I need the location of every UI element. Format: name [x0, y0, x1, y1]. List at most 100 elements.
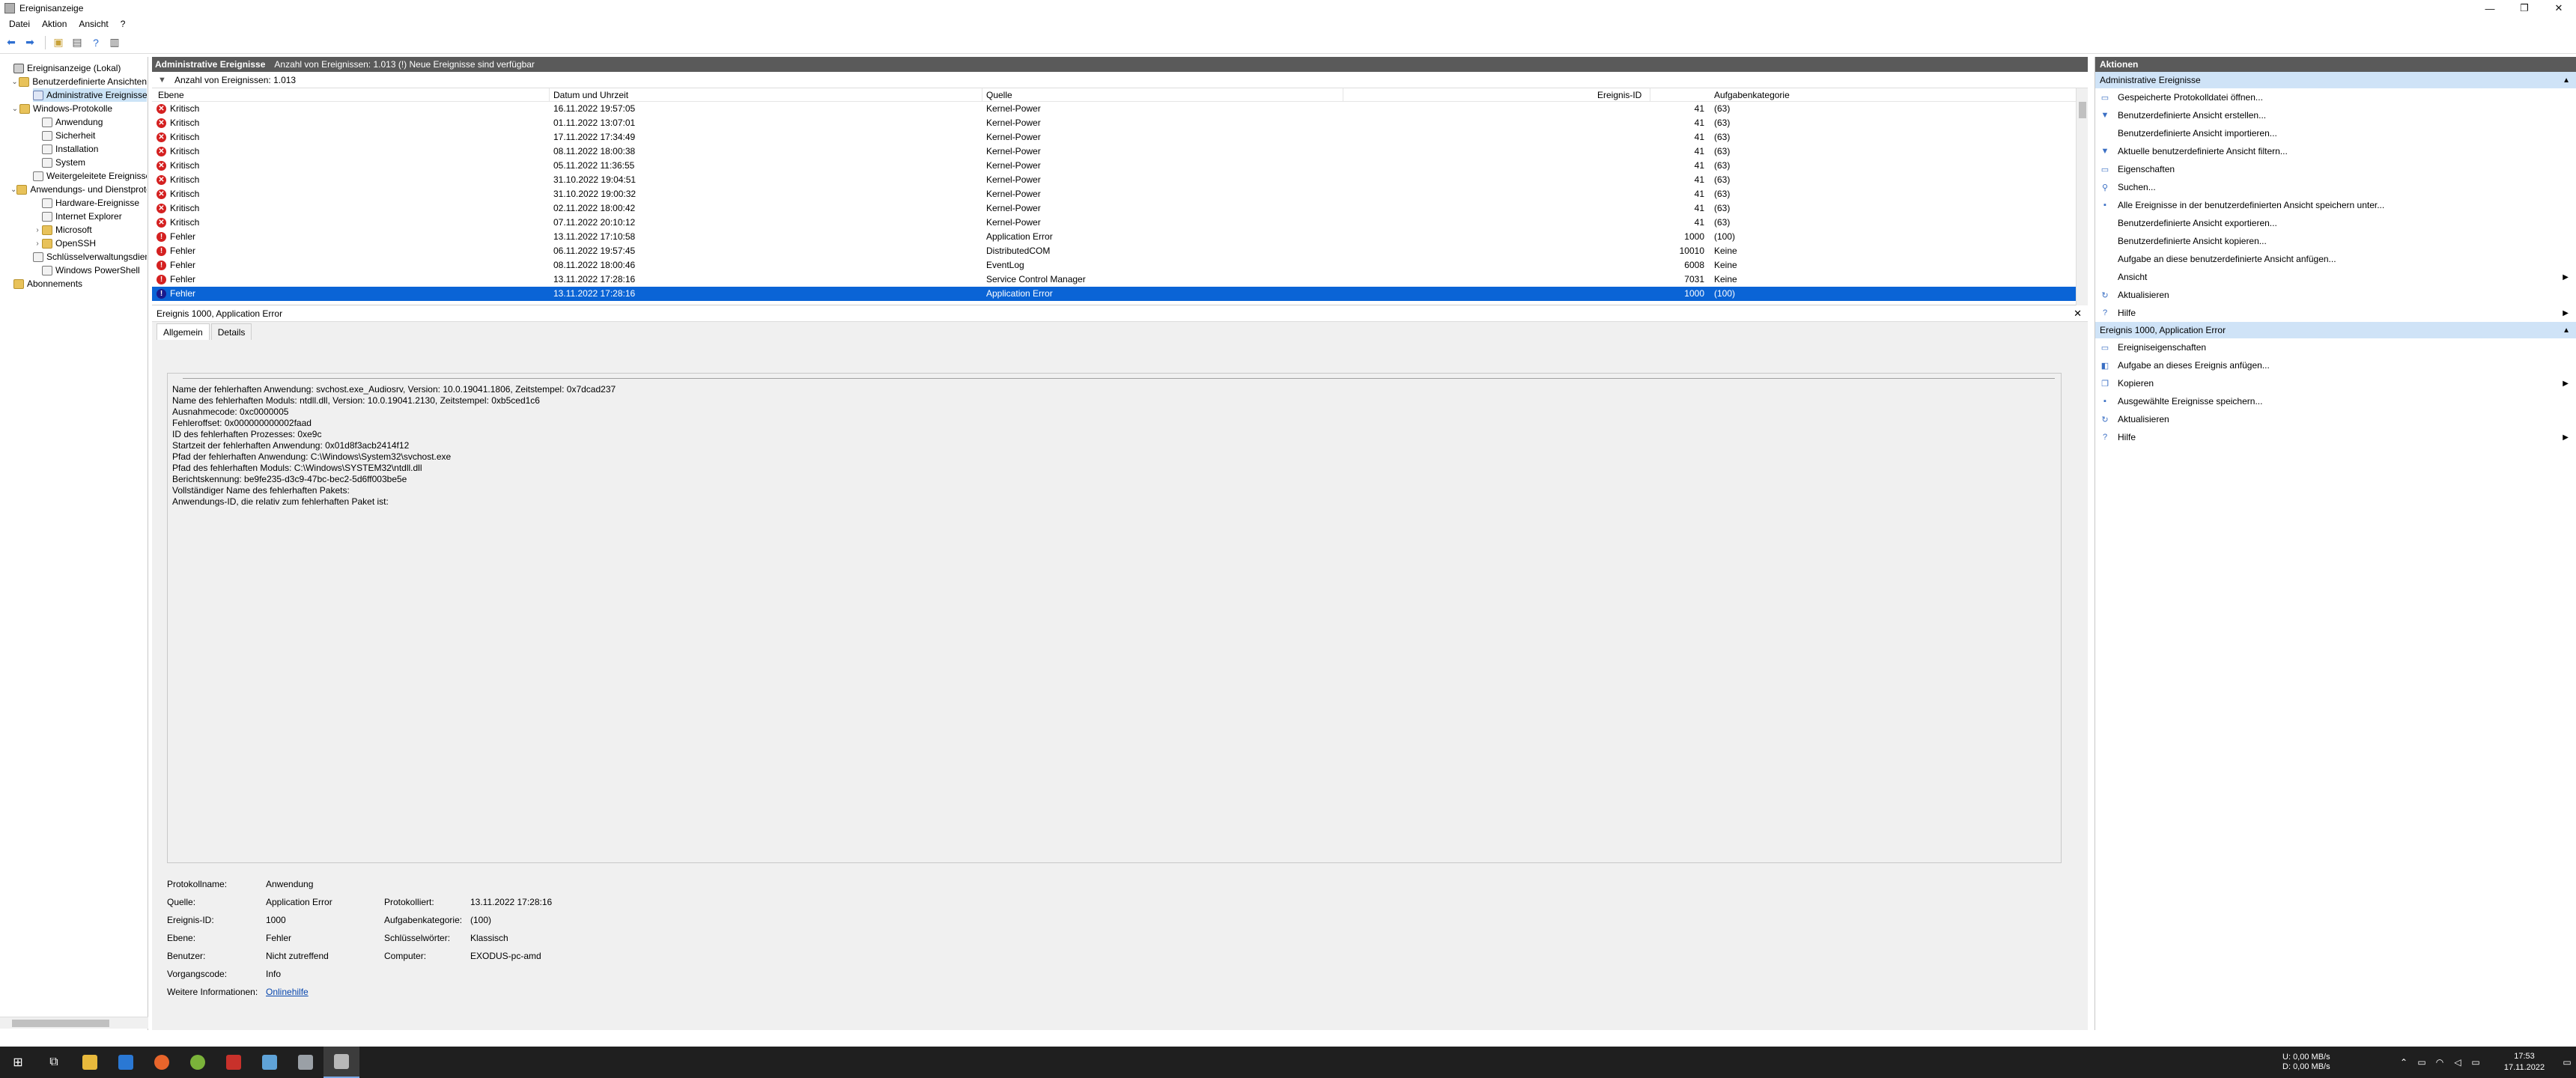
tree-item[interactable]: Abonnements — [4, 277, 147, 290]
actions-section-event[interactable]: Ereignis 1000, Application Error ▲ — [2095, 322, 2576, 338]
table-row[interactable]: ✕ Kritisch 07.11.2022 20:10:12 Kernel-Power… — [152, 216, 2088, 230]
menu-ansicht[interactable]: Ansicht — [73, 19, 114, 29]
event-viewer-taskbar-icon[interactable] — [323, 1047, 359, 1078]
tab-allgemein[interactable]: Allgemein — [157, 323, 210, 340]
action-item[interactable]: ▼ Benutzerdefinierte Ansicht erstellen... — [2095, 106, 2576, 124]
table-row[interactable]: ! Fehler 13.11.2022 17:10:58 Application Er… — [152, 230, 2088, 244]
collapse-icon[interactable]: ▲ — [2563, 76, 2570, 85]
chevron-up-icon[interactable]: ⌃ — [2395, 1057, 2413, 1068]
column-event-id[interactable]: Ereignis-ID — [1597, 90, 1641, 100]
show-hide-action-pane-icon[interactable]: ▥ — [106, 34, 123, 51]
tree-item[interactable]: System — [33, 156, 147, 169]
action-item[interactable]: ❐ Kopieren ▶ — [2095, 374, 2576, 392]
action-item[interactable]: Benutzerdefinierte Ansicht kopieren... — [2095, 232, 2576, 250]
expand-chevron-icon[interactable]: ⌄ — [10, 186, 16, 194]
close-detail-icon[interactable]: ✕ — [2074, 308, 2082, 320]
table-row[interactable]: ✕ Kritisch 16.11.2022 19:57:05 Kernel-Power… — [152, 102, 2088, 116]
expand-chevron-icon[interactable]: ⌄ — [10, 105, 19, 113]
action-item[interactable]: ▪ Ausgewählte Ereignisse speichern... — [2095, 392, 2576, 410]
start-button[interactable]: ⊞ — [0, 1047, 36, 1078]
tree-item[interactable]: Administrative Ereignisse — [33, 88, 147, 102]
action-item[interactable]: ▪ Alle Ereignisse in der benutzerdefinier… — [2095, 196, 2576, 214]
action-item[interactable]: ▭ Eigenschaften — [2095, 160, 2576, 178]
keyboard-icon[interactable]: ▭ — [2467, 1057, 2485, 1068]
table-row[interactable]: ! Fehler 13.11.2022 17:28:16 Service Contro… — [152, 272, 2088, 287]
action-item[interactable]: ⚲ Suchen... — [2095, 178, 2576, 196]
tab-details[interactable]: Details — [210, 323, 252, 340]
tree-item[interactable]: Schlüsselverwaltungsdienst — [33, 250, 147, 264]
action-item[interactable]: ↻ Aktualisieren — [2095, 410, 2576, 428]
expand-chevron-icon[interactable]: › — [33, 226, 42, 234]
collapse-icon[interactable]: ▲ — [2563, 326, 2570, 335]
tree-horizontal-scrollbar[interactable] — [0, 1017, 148, 1029]
table-row[interactable]: ! Fehler 06.11.2022 19:57:45 DistributedCOM… — [152, 244, 2088, 258]
tree-item[interactable]: Ereignisanzeige (Lokal) — [4, 61, 147, 75]
firefox-icon[interactable] — [144, 1047, 180, 1078]
menu-datei[interactable]: Datei — [3, 19, 36, 29]
column-date[interactable]: Datum und Uhrzeit — [553, 90, 628, 100]
table-row[interactable]: ✕ Kritisch 02.11.2022 18:00:42 Kernel-Power… — [152, 201, 2088, 216]
action-item[interactable]: Benutzerdefinierte Ansicht exportieren..… — [2095, 214, 2576, 232]
tree-item[interactable]: ⌄ Anwendungs- und Dienstprotokolle — [10, 183, 147, 196]
tree-item[interactable]: Internet Explorer — [33, 210, 147, 223]
table-row[interactable]: ✕ Kritisch 17.11.2022 17:34:49 Kernel-Power… — [152, 130, 2088, 144]
up-folder-icon[interactable]: ▣ — [50, 34, 67, 51]
action-item[interactable]: Aufgabe an diese benutzerdefinierte Ansi… — [2095, 250, 2576, 268]
action-item[interactable]: ▭ Gespeicherte Protokolldatei öffnen... — [2095, 88, 2576, 106]
app-icon-gray[interactable] — [288, 1047, 323, 1078]
minimize-button[interactable]: — — [2473, 0, 2507, 16]
store-icon[interactable] — [108, 1047, 144, 1078]
expand-chevron-icon[interactable]: ⌄ — [10, 78, 19, 86]
forward-arrow-icon[interactable]: ➡ — [22, 34, 38, 51]
volume-icon[interactable]: ◁ — [2449, 1057, 2467, 1068]
tree-item[interactable]: ⌄ Benutzerdefinierte Ansichten — [10, 75, 147, 88]
app-icon-blue[interactable] — [252, 1047, 288, 1078]
column-source[interactable]: Quelle — [986, 90, 1012, 100]
maximize-button[interactable]: ❐ — [2507, 0, 2542, 16]
table-row[interactable]: ✕ Kritisch 31.10.2022 19:04:51 Kernel-Power… — [152, 173, 2088, 187]
action-item[interactable]: ? Hilfe ▶ — [2095, 428, 2576, 446]
action-item[interactable]: ▼ Aktuelle benutzerdefinierte Ansicht fil… — [2095, 142, 2576, 160]
action-item[interactable]: ↻ Aktualisieren — [2095, 286, 2576, 304]
show-hide-tree-icon[interactable]: ▤ — [69, 34, 85, 51]
help-icon[interactable]: ? — [88, 34, 104, 51]
menu-help[interactable]: ? — [115, 19, 132, 29]
clock[interactable]: 17:53 17.11.2022 — [2491, 1051, 2558, 1074]
task-view-icon[interactable]: ⧉ — [36, 1047, 72, 1078]
action-item[interactable]: ◧ Aufgabe an dieses Ereignis anfügen... — [2095, 356, 2576, 374]
table-row[interactable]: ✕ Kritisch 08.11.2022 18:00:38 Kernel-Power… — [152, 144, 2088, 159]
table-row[interactable]: ! Fehler 13.11.2022 17:28:16 Application Er… — [152, 287, 2088, 301]
table-row[interactable]: ✕ Kritisch 31.10.2022 19:00:32 Kernel-Power… — [152, 187, 2088, 201]
expand-chevron-icon[interactable]: › — [33, 240, 42, 248]
tree-item[interactable]: Anwendung — [33, 115, 147, 129]
tree-item[interactable]: Weitergeleitete Ereignisse — [33, 169, 147, 183]
action-item[interactable]: ▭ Ereigniseigenschaften — [2095, 338, 2576, 356]
tree-item[interactable]: › Microsoft — [33, 223, 147, 237]
action-item[interactable]: ? Hilfe ▶ — [2095, 304, 2576, 322]
action-item[interactable]: Ansicht ▶ — [2095, 268, 2576, 286]
column-level[interactable]: Ebene — [158, 90, 184, 100]
app-icon-green[interactable] — [180, 1047, 216, 1078]
tree-item[interactable]: Sicherheit — [33, 129, 147, 142]
tree-item[interactable]: Windows PowerShell — [33, 264, 147, 277]
file-explorer-icon[interactable] — [72, 1047, 108, 1078]
table-row[interactable]: ! Fehler 08.11.2022 18:00:46 EventLog 6008 Ke… — [152, 258, 2088, 272]
menu-aktion[interactable]: Aktion — [36, 19, 73, 29]
action-item[interactable]: Benutzerdefinierte Ansicht importieren..… — [2095, 124, 2576, 142]
app-icon-red[interactable] — [216, 1047, 252, 1078]
table-scrollbar[interactable] — [2076, 88, 2088, 305]
online-help-link[interactable]: Onlinehilfe — [266, 987, 309, 997]
tree-item[interactable]: ⌄ Windows-Protokolle — [10, 102, 147, 115]
close-button[interactable]: ✕ — [2542, 0, 2576, 16]
tree-item[interactable]: › OpenSSH — [33, 237, 147, 250]
tree-item[interactable]: Installation — [33, 142, 147, 156]
actions-section-view[interactable]: Administrative Ereignisse ▲ — [2095, 72, 2576, 88]
tree-item[interactable]: Hardware-Ereignisse — [33, 196, 147, 210]
table-row[interactable]: ✕ Kritisch 01.11.2022 13:07:01 Kernel-Power… — [152, 116, 2088, 130]
column-task-category[interactable]: Aufgabenkategorie — [1714, 90, 1790, 100]
wifi-icon[interactable]: ◠ — [2431, 1057, 2449, 1068]
table-row[interactable]: ✕ Kritisch 05.11.2022 11:36:55 Kernel-Power… — [152, 159, 2088, 173]
back-arrow-icon[interactable]: ⬅ — [3, 34, 19, 51]
network-icon[interactable]: ▭ — [2413, 1057, 2431, 1068]
notifications-icon[interactable]: ▭ — [2558, 1057, 2576, 1068]
